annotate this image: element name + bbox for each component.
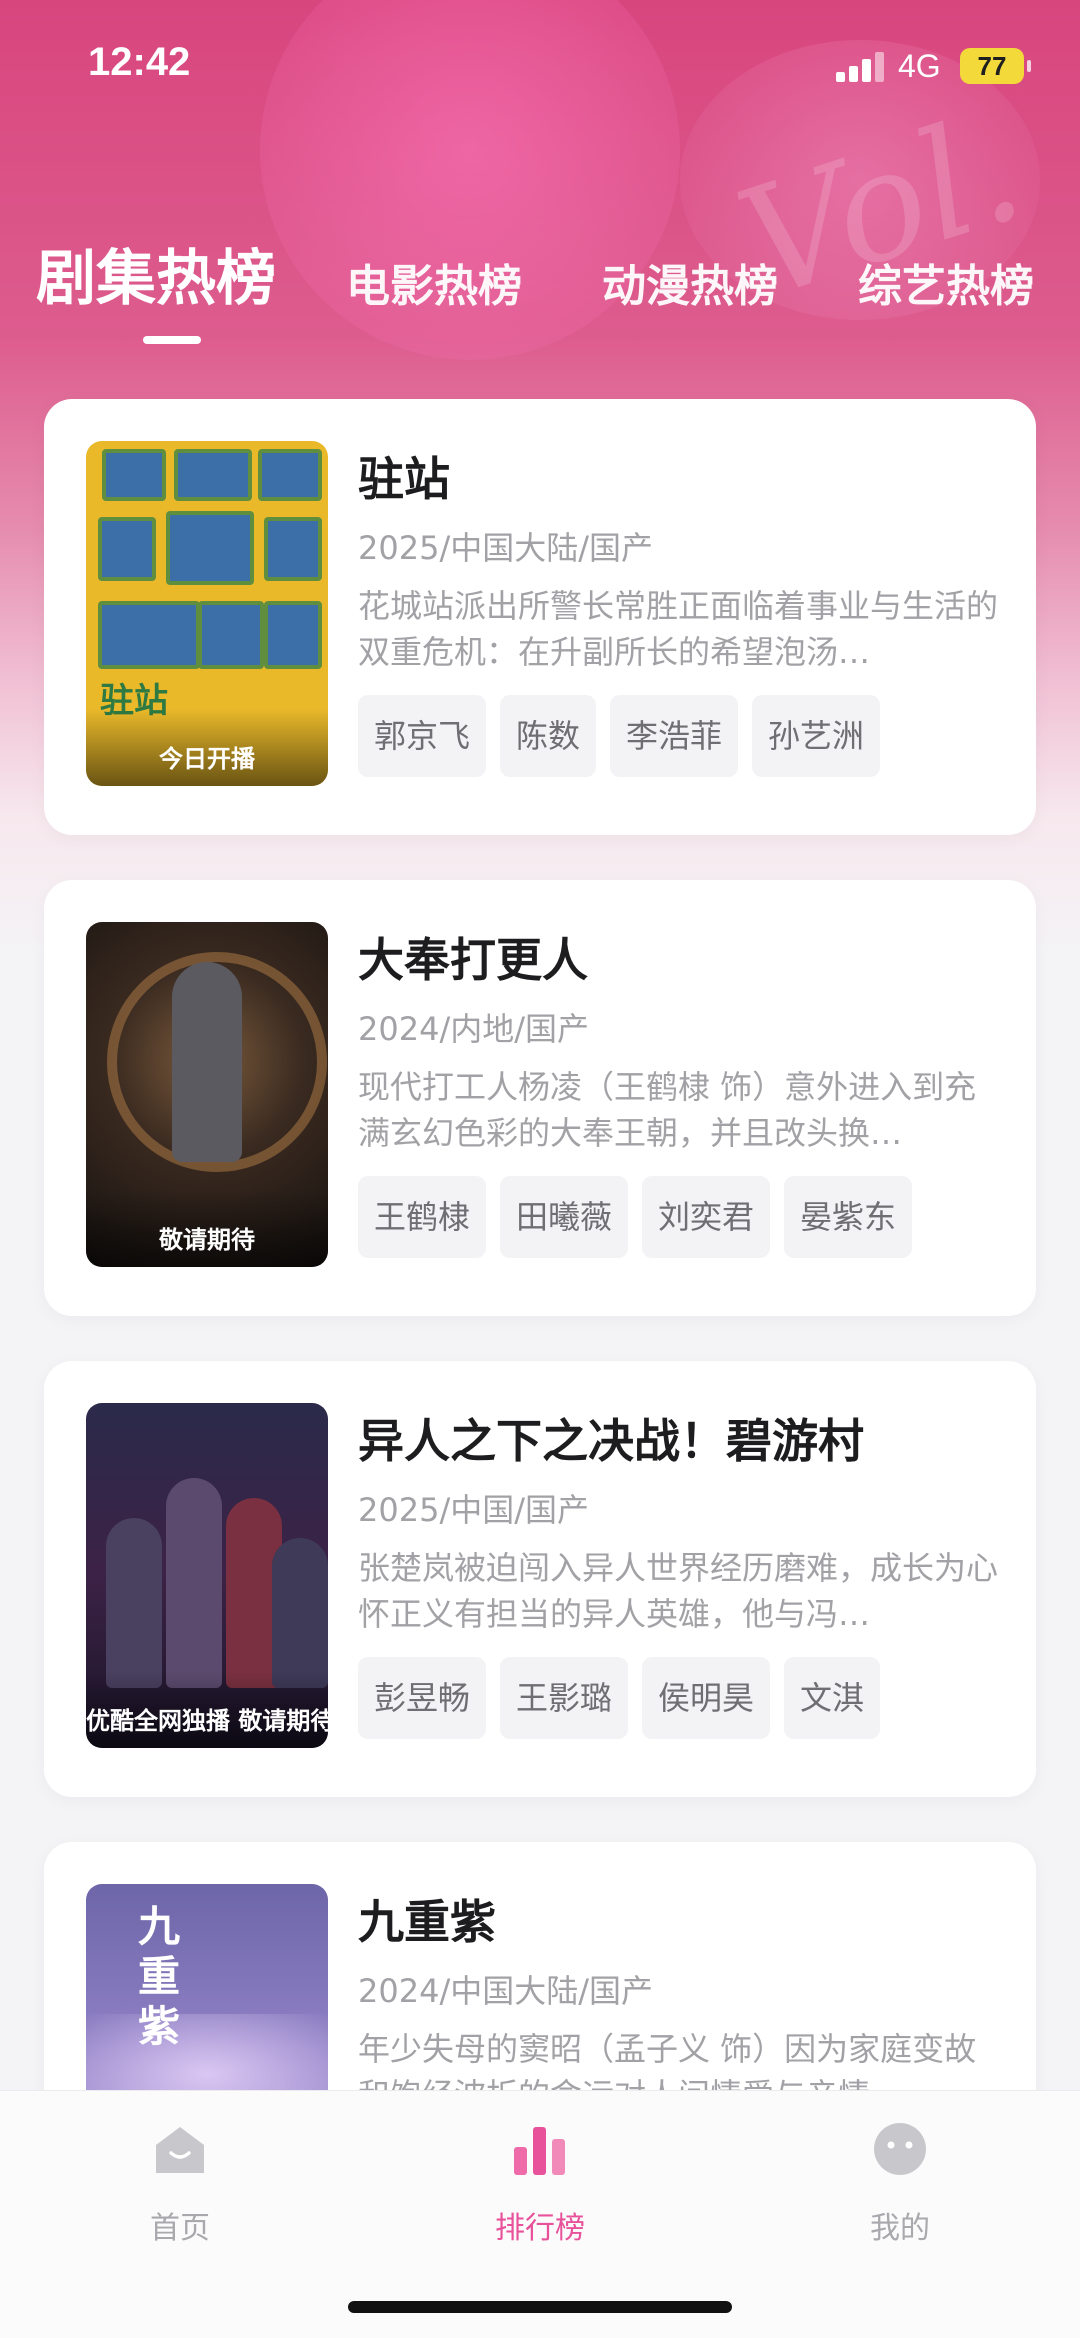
nav-profile-label: 我的 [870,2211,930,2246]
show-meta: 2024/内地/国产 [358,1010,590,1048]
show-card[interactable]: 优酷全网独播 敬请期待 异人之下之决战！碧游村 2025/中国/国产 张楚岚被迫… [44,1361,1036,1797]
poster-caption: 今日开播 [86,709,328,786]
show-meta: 2024/中国大陆/国产 [358,1972,654,2010]
show-poster[interactable]: 驻站 今日开播 [86,441,328,786]
cast-chip[interactable]: 王鹤棣 [358,1176,487,1258]
show-meta: 2025/中国/国产 [358,1491,590,1529]
tab-anime[interactable]: 动漫热榜 [602,250,778,314]
tab-movies[interactable]: 电影热榜 [346,250,522,314]
show-poster[interactable]: 敬请期待 [86,922,328,1267]
poster-image: 九重紫 [86,1884,328,2090]
show-description: 张楚岚被迫闯入异人世界经历磨难，成长为心怀正义有担当的异人英雄，他与冯… [358,1549,998,1633]
poster-caption: 敬请期待 [86,1190,328,1267]
cast-chip[interactable]: 王影璐 [500,1657,629,1739]
show-card[interactable]: 驻站 今日开播 驻站 2025/中国大陆/国产 花城站派出所警长常胜正面临着事业… [44,399,1036,835]
cast-chip[interactable]: 李浩菲 [610,695,739,777]
show-description: 年少失母的窦昭（孟子义 饰）因为家庭变故和饱经波折的命运对人间情爱与亲情… [358,2030,977,2090]
cast-chip[interactable]: 文淇 [784,1657,881,1739]
show-title: 异人之下之决战！碧游村 [358,1414,864,1468]
poster-stamp: 九重紫 [138,1902,181,2051]
cast-chip[interactable]: 侯明昊 [642,1657,771,1739]
poster-caption: 优酷全网独播 敬请期待 [86,1671,328,1748]
nav-ranking[interactable]: 排行榜 [440,2115,640,2265]
show-card[interactable]: 敬请期待 大奉打更人 2024/内地/国产 现代打工人杨凌（王鹤棣 饰）意外进入… [44,880,1036,1316]
cast-chip[interactable]: 田曦薇 [500,1176,629,1258]
bottom-nav: 首页 排行榜 我的 [0,2090,1080,2338]
show-meta: 2025/中国大陆/国产 [358,529,654,567]
category-tabs: 剧集热榜 电影热榜 动漫热榜 综艺热榜 [0,230,1080,350]
show-poster[interactable]: 九重紫 [86,1884,328,2090]
network-type: 4G [898,48,941,84]
show-card[interactable]: 九重紫 九重紫 2024/中国大陆/国产 年少失母的窦昭（孟子义 饰）因为家庭变… [44,1842,1036,2090]
battery-level: 77 [977,51,1007,81]
tab-variety[interactable]: 综艺热榜 [858,250,1034,314]
show-title: 驻站 [358,452,450,506]
status-time: 12:42 [88,40,191,84]
cast-chip[interactable]: 彭昱畅 [358,1657,487,1739]
cast-list: 彭昱畅 王影璐 侯明昊 文淇 [358,1657,881,1739]
cast-chip[interactable]: 陈数 [500,695,597,777]
cast-list: 王鹤棣 田曦薇 刘奕君 晏紫东 [358,1176,913,1258]
nav-profile[interactable]: 我的 [800,2115,1000,2265]
nav-ranking-label: 排行榜 [495,2211,585,2246]
cast-chip[interactable]: 郭京飞 [358,695,487,777]
show-description: 花城站派出所警长常胜正面临着事业与生活的双重危机：在升副所长的希望泡汤… [358,587,998,671]
active-tab-indicator [143,336,201,344]
ranking-icon [514,2127,565,2175]
show-title: 大奉打更人 [358,933,588,987]
signal-icon [836,52,886,82]
tab-tv-series[interactable]: 剧集热榜 [36,230,276,317]
cast-chip[interactable]: 孙艺洲 [752,695,881,777]
cast-list: 郭京飞 陈数 李浩菲 孙艺洲 [358,695,881,777]
show-description: 现代打工人杨凌（王鹤棣 饰）意外进入到充满玄幻色彩的大奉王朝，并且改头换… [358,1068,977,1152]
nav-home-label: 首页 [150,2211,210,2246]
status-bar: 12:42 4G 77 [0,0,1080,135]
cast-chip[interactable]: 刘奕君 [642,1176,771,1258]
show-poster[interactable]: 优酷全网独播 敬请期待 [86,1403,328,1748]
nav-home[interactable]: 首页 [80,2115,280,2265]
cast-chip[interactable]: 晏紫东 [784,1176,913,1258]
home-indicator [348,2301,732,2313]
battery-icon: 77 [960,48,1031,84]
show-title: 九重紫 [358,1895,496,1949]
home-icon [156,2127,204,2173]
profile-icon [874,2123,926,2175]
